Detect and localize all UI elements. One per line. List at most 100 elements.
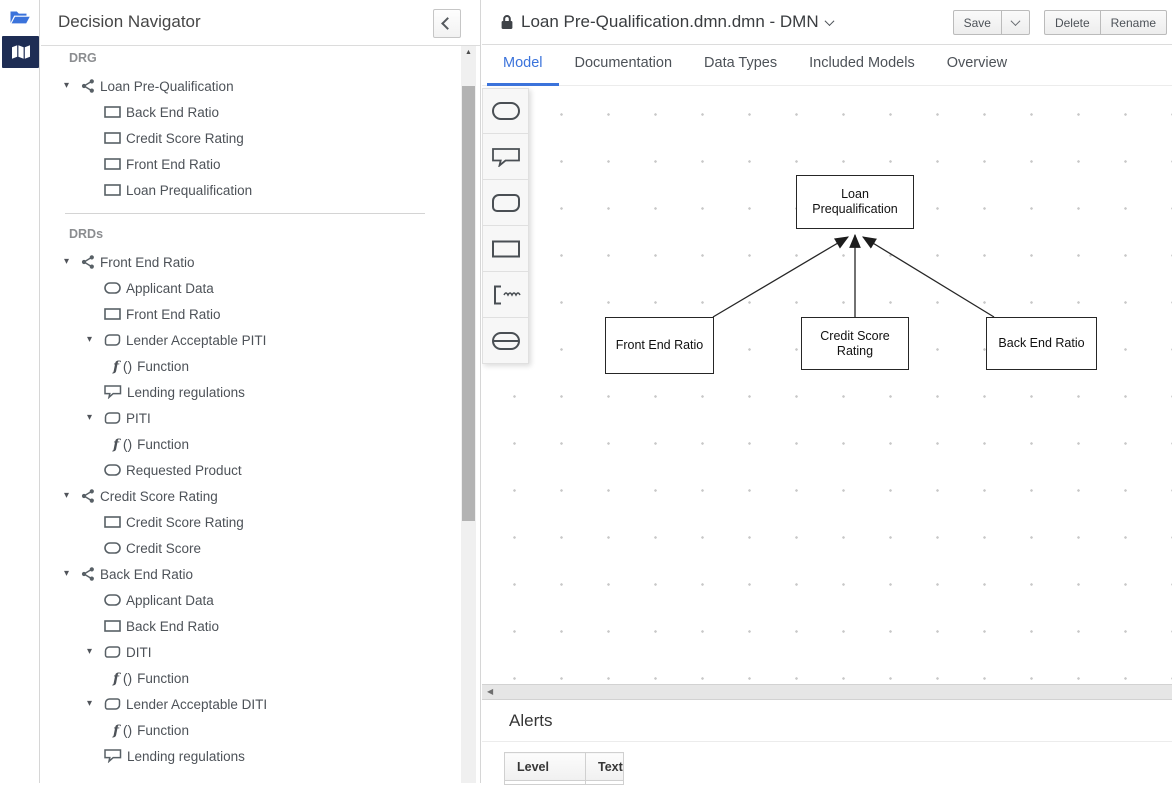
- tree-scrollbar-thumb[interactable]: [462, 86, 475, 521]
- tree-item-label: Applicant Data: [126, 281, 214, 296]
- alerts-panel-header: Alerts: [482, 700, 1172, 742]
- tree-item-loan-pre-qualification[interactable]: ▾Loan Pre-Qualification: [41, 73, 459, 99]
- function-icon: f (): [113, 722, 132, 739]
- tab-overview[interactable]: Overview: [931, 45, 1023, 86]
- tree-item-diti[interactable]: ▾ DITI: [41, 639, 459, 665]
- shape-palette: [482, 88, 529, 364]
- tree-item-function[interactable]: f ()Function: [41, 665, 459, 691]
- tree-item-back-end-ratio[interactable]: Back End Ratio: [41, 613, 459, 639]
- tree-item-front-end-ratio[interactable]: ▾Front End Ratio: [41, 249, 459, 275]
- delete-button[interactable]: Delete: [1044, 10, 1101, 35]
- tree-item-label: Back End Ratio: [100, 567, 193, 582]
- document-title: Loan Pre-Qualification.dmn.dmn - DMN: [521, 12, 819, 32]
- editor-tabbar: ModelDocumentationData TypesIncluded Mod…: [482, 45, 1172, 86]
- tree-item-label: Front End Ratio: [126, 307, 221, 322]
- tab-model[interactable]: Model: [487, 45, 559, 86]
- tree-item-applicant-data[interactable]: Applicant Data: [41, 275, 459, 301]
- palette-decision-service-button[interactable]: [482, 318, 529, 364]
- tree-item-label: Credit Score Rating: [126, 131, 244, 146]
- tree-item-piti[interactable]: ▾ PITI: [41, 405, 459, 431]
- scroll-up-arrow-icon[interactable]: ▲: [461, 46, 476, 59]
- tree-item-requested-product[interactable]: Requested Product: [41, 457, 459, 483]
- collapse-panel-button[interactable]: [433, 9, 461, 38]
- edge-front-end-ratio-to-loan-prequalification[interactable]: [713, 237, 848, 317]
- business-knowledge-model-icon: [491, 193, 521, 213]
- tree-item-label: Applicant Data: [126, 593, 214, 608]
- caret-down-icon[interactable]: ▾: [87, 334, 92, 345]
- tab-included-models[interactable]: Included Models: [793, 45, 931, 86]
- palette-text-annotation-button[interactable]: [482, 272, 529, 318]
- decision-icon: [104, 516, 121, 528]
- tree-item-credit-score[interactable]: Credit Score: [41, 535, 459, 561]
- palette-business-knowledge-model-button[interactable]: [482, 180, 529, 226]
- decision-icon: [104, 184, 121, 196]
- caret-down-icon[interactable]: ▾: [64, 568, 69, 579]
- tree-item-function[interactable]: f ()Function: [41, 431, 459, 457]
- project-explorer-button[interactable]: [0, 0, 40, 34]
- edge-back-end-ratio-to-loan-prequalification[interactable]: [863, 237, 994, 317]
- tree-item-back-end-ratio[interactable]: Back End Ratio: [41, 99, 459, 125]
- tree-item-front-end-ratio[interactable]: Front End Ratio: [41, 301, 459, 327]
- save-button-group: Save: [953, 10, 1030, 35]
- tree-item-lending-regulations[interactable]: Lending regulations: [41, 743, 459, 769]
- rename-button[interactable]: Rename: [1100, 10, 1167, 35]
- tree-item-credit-score-rating[interactable]: Credit Score Rating: [41, 509, 459, 535]
- bkm-icon: [104, 698, 121, 710]
- lock-icon: [500, 14, 514, 30]
- editor-main: Loan Pre-Qualification.dmn.dmn - DMN Sav…: [482, 0, 1172, 783]
- canvas-horizontal-scrollbar[interactable]: ◀: [482, 684, 1172, 700]
- tree-item-label: Front End Ratio: [126, 157, 221, 172]
- save-dropdown-button[interactable]: [1001, 10, 1030, 35]
- tree-divider: [65, 213, 425, 214]
- tree-scrollbar[interactable]: ▲: [461, 46, 476, 783]
- decision-icon: [104, 308, 121, 320]
- node-credit-score-rating[interactable]: Credit Score Rating: [801, 317, 909, 370]
- palette-input-data-button[interactable]: [482, 88, 529, 134]
- caret-down-icon[interactable]: ▾: [87, 646, 92, 657]
- tree-item-function[interactable]: f ()Function: [41, 717, 459, 743]
- knowledge-source-icon: [104, 385, 122, 399]
- tree-item-credit-score-rating[interactable]: Credit Score Rating: [41, 125, 459, 151]
- knowledge-source-icon: [104, 749, 122, 763]
- decision-navigator-button[interactable]: [2, 36, 39, 68]
- tree-item-credit-score-rating[interactable]: ▾Credit Score Rating: [41, 483, 459, 509]
- node-loan-prequalification[interactable]: Loan Prequalification: [796, 175, 914, 229]
- editor-topbar: Loan Pre-Qualification.dmn.dmn - DMN Sav…: [482, 0, 1172, 45]
- tab-documentation[interactable]: Documentation: [559, 45, 689, 86]
- tree-item-loan-prequalification[interactable]: Loan Prequalification: [41, 177, 459, 203]
- caret-down-icon[interactable]: ▾: [64, 80, 69, 91]
- caret-down-icon[interactable]: ▾: [64, 490, 69, 501]
- dmn-canvas[interactable]: Loan Prequalification Front End Ratio Cred…: [482, 86, 1172, 686]
- tree-item-function[interactable]: f ()Function: [41, 353, 459, 379]
- title-chevron-down-icon[interactable]: [824, 16, 834, 26]
- palette-decision-button[interactable]: [482, 226, 529, 272]
- decision-navigator-panel: Decision Navigator DRG▾Loan Pre-Qualific…: [41, 0, 481, 783]
- tree-item-lender-acceptable-piti[interactable]: ▾Lender Acceptable PITI: [41, 327, 459, 353]
- tree-item-back-end-ratio[interactable]: ▾ Back End Ratio: [41, 561, 459, 587]
- tree-item-label: Lending regulations: [127, 385, 245, 400]
- tree-item-lender-acceptable-diti[interactable]: ▾Lender Acceptable DITI: [41, 691, 459, 717]
- alerts-column-text[interactable]: Text: [586, 753, 624, 781]
- caret-down-icon[interactable]: ▾: [87, 698, 92, 709]
- input-data-icon: [104, 282, 121, 294]
- tree-item-applicant-data[interactable]: Applicant Data: [41, 587, 459, 613]
- node-label: Back End Ratio: [992, 336, 1090, 351]
- node-back-end-ratio[interactable]: Back End Ratio: [986, 317, 1097, 370]
- tab-data-types[interactable]: Data Types: [688, 45, 793, 86]
- scroll-left-arrow-icon[interactable]: ◀: [487, 688, 493, 696]
- node-front-end-ratio[interactable]: Front End Ratio: [605, 317, 714, 374]
- tree-item-label: PITI: [126, 411, 151, 426]
- palette-knowledge-source-button[interactable]: [482, 134, 529, 180]
- tree-item-front-end-ratio[interactable]: Front End Ratio: [41, 151, 459, 177]
- share-alt-icon: [81, 79, 95, 93]
- caret-down-icon[interactable]: ▾: [64, 256, 69, 267]
- tree-item-lending-regulations[interactable]: Lending regulations: [41, 379, 459, 405]
- decision-icon: [104, 132, 121, 144]
- save-button[interactable]: Save: [953, 10, 1002, 35]
- alerts-column-level[interactable]: Level: [505, 753, 586, 781]
- decision-icon: [104, 106, 121, 118]
- tree-item-label: DITI: [126, 645, 152, 660]
- bkm-icon: [104, 334, 121, 346]
- input-data-icon: [104, 594, 121, 606]
- caret-down-icon[interactable]: ▾: [87, 412, 92, 423]
